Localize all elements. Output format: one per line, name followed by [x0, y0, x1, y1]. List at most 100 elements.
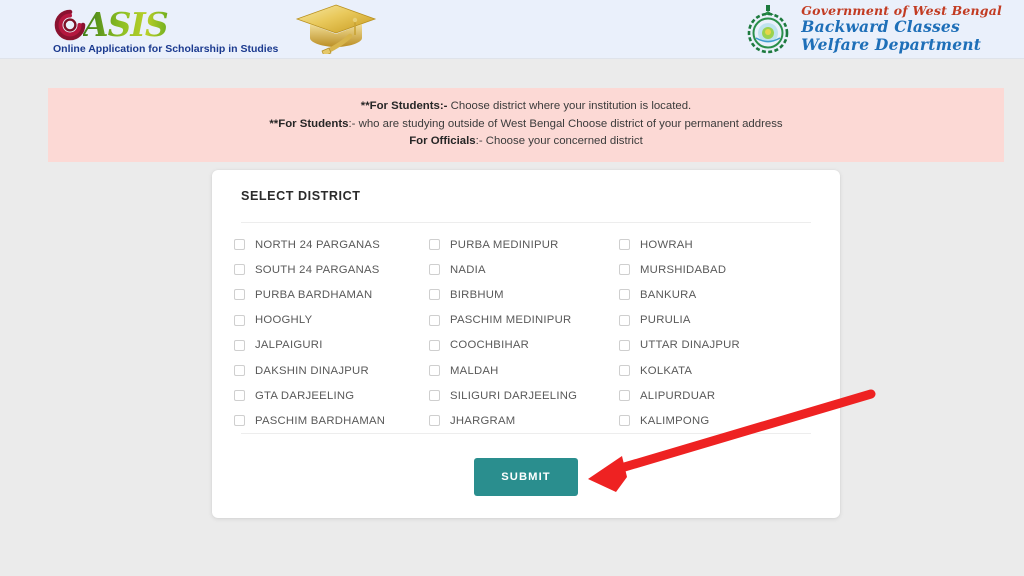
- checkbox-icon[interactable]: [619, 314, 630, 326]
- district-label: UTTAR DINAJPUR: [640, 339, 740, 352]
- district-label: SILIGURI DARJEELING: [450, 389, 578, 402]
- oasis-spiral-o-icon: [52, 7, 88, 43]
- district-label: SOUTH 24 PARGANAS: [255, 263, 380, 276]
- district-label: NADIA: [450, 263, 486, 276]
- district-label: PASCHIM MEDINIPUR: [450, 314, 572, 327]
- checkbox-icon[interactable]: [234, 239, 245, 251]
- district-checkbox-item[interactable]: HOWRAH: [619, 232, 818, 257]
- oasis-wordmark: ASIS: [52, 4, 169, 44]
- district-label: PASCHIM BARDHAMAN: [255, 414, 386, 427]
- checkbox-icon[interactable]: [234, 415, 245, 427]
- checkbox-icon[interactable]: [234, 365, 245, 377]
- district-checkbox-grid: NORTH 24 PARGANAS PURBA MEDINIPUR HOWRAH SO…: [234, 232, 818, 434]
- district-checkbox-item[interactable]: JHARGRAM: [429, 408, 619, 433]
- government-line-1: Government of West Bengal: [801, 3, 1002, 19]
- district-checkbox-item[interactable]: MALDAH: [429, 358, 619, 383]
- instruction-line-3: For Officials:- Choose your concerned di…: [60, 133, 992, 151]
- checkbox-icon[interactable]: [429, 390, 440, 402]
- checkbox-icon[interactable]: [429, 314, 440, 326]
- checkbox-icon[interactable]: [234, 390, 245, 402]
- checkbox-icon[interactable]: [619, 365, 630, 377]
- district-checkbox-item[interactable]: KOLKATA: [619, 358, 818, 383]
- checkbox-icon[interactable]: [234, 264, 245, 276]
- district-label: JALPAIGURI: [255, 339, 323, 352]
- checkbox-icon[interactable]: [619, 289, 630, 301]
- oasis-tagline: Online Application for Scholarship in St…: [53, 42, 279, 55]
- district-checkbox-item[interactable]: KALIMPONG: [619, 408, 818, 433]
- district-label: HOWRAH: [640, 238, 693, 251]
- district-checkbox-item[interactable]: HOOGHLY: [234, 308, 429, 333]
- page-title: SELECT DISTRICT: [241, 189, 361, 203]
- district-label: HOOGHLY: [255, 314, 313, 327]
- page-root: ASIS Online Application for Scholarship …: [0, 0, 1024, 576]
- district-checkbox-item[interactable]: ALIPURDUAR: [619, 383, 818, 408]
- district-checkbox-item[interactable]: NORTH 24 PARGANAS: [234, 232, 429, 257]
- instruction-line-1-text: Choose district where your institution i…: [447, 100, 692, 112]
- district-label: BANKURA: [640, 288, 697, 301]
- district-checkbox-item[interactable]: PURBA BARDHAMAN: [234, 282, 429, 307]
- district-label: NORTH 24 PARGANAS: [255, 238, 380, 251]
- instruction-line-1: **For Students:- Choose district where y…: [60, 98, 992, 116]
- checkbox-icon[interactable]: [429, 339, 440, 351]
- instruction-line-2: **For Students:- who are studying outsid…: [60, 116, 992, 134]
- title-divider: [241, 222, 811, 223]
- district-checkbox-item[interactable]: BIRBHUM: [429, 282, 619, 307]
- district-checkbox-item[interactable]: PASCHIM MEDINIPUR: [429, 308, 619, 333]
- oasis-lockup: ASIS Online Application for Scholarship …: [52, 5, 278, 55]
- checkbox-icon[interactable]: [429, 264, 440, 276]
- district-checkbox-item[interactable]: JALPAIGURI: [234, 333, 429, 358]
- checkbox-icon[interactable]: [619, 339, 630, 351]
- instruction-line-2-text: :- who are studying outside of West Beng…: [348, 117, 783, 130]
- checkbox-icon[interactable]: [429, 415, 440, 427]
- district-label: ALIPURDUAR: [640, 389, 716, 402]
- district-label: MALDAH: [450, 364, 499, 377]
- government-brand: Government of West Bengal Backward Class…: [744, 0, 1002, 57]
- district-label: DAKSHIN DINAJPUR: [255, 364, 369, 377]
- checkbox-icon[interactable]: [429, 365, 440, 377]
- district-checkbox-item[interactable]: SOUTH 24 PARGANAS: [234, 257, 429, 282]
- instruction-line-3-text: :- Choose your concerned district: [475, 135, 643, 148]
- government-title-block: Government of West Bengal Backward Class…: [801, 4, 1002, 53]
- district-label: PURBA MEDINIPUR: [450, 238, 559, 251]
- district-checkbox-item[interactable]: UTTAR DINAJPUR: [619, 333, 818, 358]
- government-line-3: Welfare Department: [801, 34, 982, 54]
- district-checkbox-item[interactable]: PASCHIM BARDHAMAN: [234, 408, 429, 433]
- checkbox-icon[interactable]: [619, 415, 630, 427]
- oasis-brand-logo: ASIS Online Application for Scholarship …: [52, 1, 378, 58]
- checkbox-icon[interactable]: [619, 264, 630, 276]
- government-line-2: Backward Classes: [801, 17, 960, 37]
- district-checkbox-item[interactable]: SILIGURI DARJEELING: [429, 383, 619, 408]
- checkbox-icon[interactable]: [429, 289, 440, 301]
- district-label: MURSHIDABAD: [640, 263, 727, 276]
- select-district-card: SELECT DISTRICT NORTH 24 PARGANAS PURBA M…: [212, 170, 840, 518]
- district-label: JHARGRAM: [450, 414, 516, 427]
- district-label: COOCHBIHAR: [450, 339, 530, 352]
- instruction-line-1-prefix: **For Students:-: [360, 100, 448, 112]
- graduation-cap-icon: [292, 2, 378, 54]
- district-label: BIRBHUM: [450, 288, 504, 301]
- instructions-banner: **For Students:- Choose district where y…: [48, 88, 1004, 162]
- site-header: ASIS Online Application for Scholarship …: [0, 0, 1024, 59]
- checkbox-icon[interactable]: [619, 390, 630, 402]
- instruction-line-2-prefix: **For Students: [269, 117, 349, 130]
- district-checkbox-item[interactable]: MURSHIDABAD: [619, 257, 818, 282]
- instruction-line-3-prefix: For Officials: [409, 135, 476, 148]
- oasis-wordmark-text: ASIS: [83, 4, 169, 44]
- district-checkbox-item[interactable]: DAKSHIN DINAJPUR: [234, 358, 429, 383]
- checkbox-icon[interactable]: [234, 339, 245, 351]
- district-checkbox-item[interactable]: GTA DARJEELING: [234, 383, 429, 408]
- district-checkbox-item[interactable]: PURBA MEDINIPUR: [429, 232, 619, 257]
- footer-divider: [241, 433, 811, 434]
- checkbox-icon[interactable]: [234, 314, 245, 326]
- checkbox-icon[interactable]: [429, 239, 440, 251]
- submit-row: SUBMIT: [212, 458, 840, 496]
- checkbox-icon[interactable]: [234, 289, 245, 301]
- submit-button[interactable]: SUBMIT: [474, 458, 578, 496]
- checkbox-icon[interactable]: [619, 239, 630, 251]
- district-checkbox-item[interactable]: PURULIA: [619, 308, 818, 333]
- district-checkbox-item[interactable]: NADIA: [429, 257, 619, 282]
- district-checkbox-item[interactable]: BANKURA: [619, 282, 818, 307]
- district-label: PURULIA: [640, 314, 691, 327]
- district-checkbox-item[interactable]: COOCHBIHAR: [429, 333, 619, 358]
- district-label: KOLKATA: [640, 364, 693, 377]
